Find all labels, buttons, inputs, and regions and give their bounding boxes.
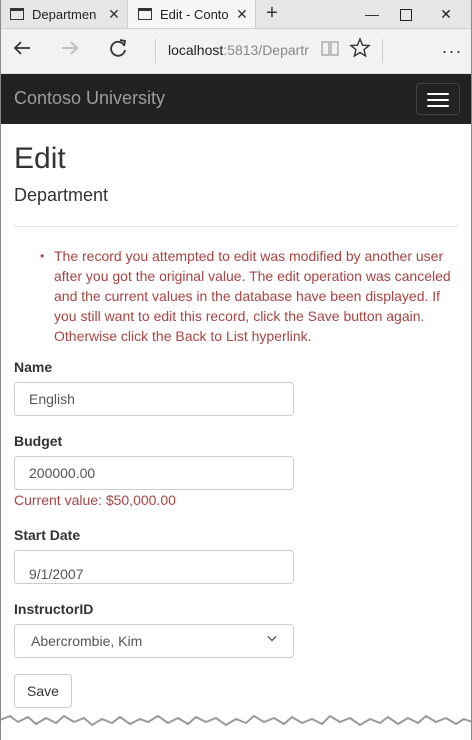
refresh-icon[interactable] — [104, 37, 132, 65]
browser-titlebar: Departmen ✕ Edit - Conto ✕ + — ✕ — [0, 0, 472, 29]
save-button[interactable]: Save — [14, 674, 72, 708]
chevron-down-icon — [267, 635, 277, 642]
instructor-select[interactable]: Abercrombie, Kim — [14, 624, 294, 658]
maximize-icon[interactable] — [386, 0, 426, 28]
torn-edge — [0, 714, 472, 740]
site-brand[interactable]: Contoso University — [14, 88, 165, 109]
name-label: Name — [14, 359, 53, 375]
browser-tab-departments[interactable]: Departmen ✕ — [0, 0, 128, 28]
hamburger-icon-bar — [427, 105, 449, 107]
divider — [14, 226, 458, 227]
budget-input[interactable]: 200000.00 — [14, 456, 294, 490]
tab-close-icon[interactable]: ✕ — [233, 6, 251, 23]
browser-toolbar: localhost:5813/Departr ··· — [0, 29, 472, 74]
validation-summary-error: The record you attempted to edit was mod… — [54, 248, 451, 344]
back-icon[interactable] — [8, 37, 36, 65]
hamburger-icon — [427, 93, 449, 95]
address-path: :5813/Departr — [223, 42, 309, 58]
start-date-label: Start Date — [14, 527, 81, 543]
reading-view-icon[interactable] — [316, 37, 344, 65]
budget-current-value: Current value: $50,000.00 — [14, 492, 176, 508]
tab-close-icon[interactable]: ✕ — [105, 6, 123, 23]
new-tab-icon[interactable]: + — [262, 2, 282, 25]
menu-toggle-button[interactable] — [416, 83, 460, 115]
hamburger-icon-bar — [427, 99, 449, 101]
page-icon — [138, 8, 152, 20]
instructor-selected-value: Abercrombie, Kim — [31, 633, 143, 649]
address-host: localhost — [168, 42, 224, 58]
instructor-label: InstructorID — [14, 601, 94, 617]
page-icon — [10, 8, 24, 20]
more-icon[interactable]: ··· — [438, 37, 466, 65]
window-close-icon[interactable]: ✕ — [426, 0, 466, 28]
error-bullet: • — [40, 249, 45, 263]
name-input[interactable]: English — [14, 382, 294, 416]
tab-label: Departmen — [32, 6, 97, 22]
toolbar-separator — [382, 39, 383, 63]
address-separator — [155, 39, 156, 63]
address-bar[interactable]: localhost:5813/Departr — [168, 42, 309, 58]
tab-label: Edit - Conto — [160, 6, 229, 22]
forward-icon[interactable] — [56, 37, 84, 65]
start-date-input[interactable]: 9/1/2007 — [14, 550, 294, 584]
favorite-star-icon[interactable] — [346, 37, 374, 65]
page-subtitle: Department — [14, 185, 109, 205]
page-title: Edit — [14, 142, 66, 175]
site-navbar: Contoso University — [0, 74, 472, 124]
budget-label: Budget — [14, 433, 63, 449]
browser-tab-edit[interactable]: Edit - Conto ✕ — [128, 0, 256, 28]
